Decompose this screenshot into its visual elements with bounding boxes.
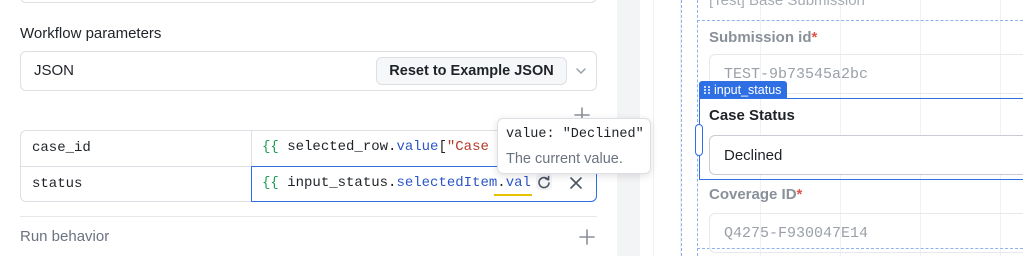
chevron-down-icon[interactable] xyxy=(573,63,589,79)
case-status-label: Case Status xyxy=(709,107,795,124)
previous-section-box xyxy=(20,0,597,3)
submission-id-label: Submission id* xyxy=(709,29,818,46)
run-behavior-title[interactable]: Run behavior xyxy=(20,228,109,245)
code-token: {{ xyxy=(262,175,288,191)
code-token: input_status xyxy=(287,175,389,191)
tooltip-description: The current value. xyxy=(506,151,623,167)
code-token: . xyxy=(497,175,506,191)
container-guide xyxy=(697,20,1023,21)
close-icon[interactable] xyxy=(569,176,583,190)
drag-handle-icon[interactable] xyxy=(703,85,711,95)
parameter-value-case-id[interactable]: {{ selected_row.value["Case I xyxy=(262,139,498,159)
parameter-format-value: JSON xyxy=(34,62,75,79)
section-divider xyxy=(20,216,597,217)
workflow-parameters-title: Workflow parameters xyxy=(20,25,162,42)
case-status-value: Declined xyxy=(724,147,783,164)
tooltip-code: value: "Declined" xyxy=(506,127,644,142)
code-token: [ xyxy=(438,139,447,155)
coverage-id-value: Q4275-F930047E14 xyxy=(724,225,869,242)
refresh-icon[interactable] xyxy=(535,173,553,191)
code-token: "Case I xyxy=(446,139,498,155)
warning-underline xyxy=(494,194,532,196)
code-token: value xyxy=(396,139,439,155)
parameter-value-status[interactable]: {{ input_status.selectedItem.valu xyxy=(262,175,532,195)
selected-component-tag[interactable]: input_status xyxy=(699,81,788,98)
selected-component-name: input_status xyxy=(714,82,782,97)
code-token: selected_row xyxy=(287,139,389,155)
reset-to-example-json-button[interactable]: Reset to Example JSON xyxy=(376,57,567,85)
code-token: {{ xyxy=(262,139,288,155)
add-run-behavior-icon[interactable] xyxy=(578,228,596,246)
parameter-key-case-id[interactable]: case_id xyxy=(32,140,91,156)
code-token: valu xyxy=(505,175,532,191)
container-guide xyxy=(681,0,682,256)
grid-line xyxy=(653,0,654,256)
resize-handle[interactable] xyxy=(695,124,703,156)
coverage-id-label: Coverage ID* xyxy=(709,186,803,203)
code-token: selectedItem xyxy=(396,175,498,191)
parameter-key-status[interactable]: status xyxy=(32,176,82,192)
canvas-heading: [Test] Base Submission xyxy=(709,0,865,9)
